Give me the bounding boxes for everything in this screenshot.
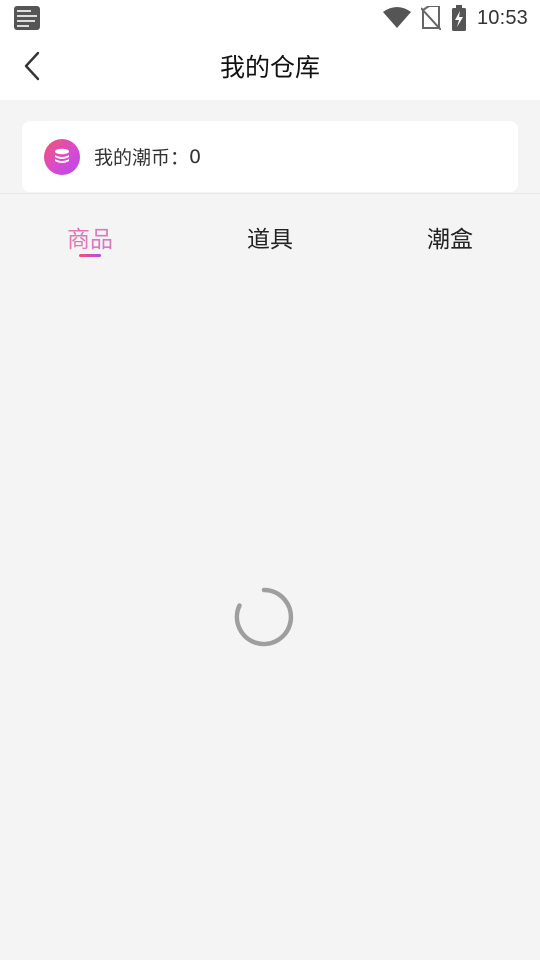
loading-spinner-icon xyxy=(234,587,294,647)
coin-value: 0 xyxy=(189,145,202,168)
tab-blind-box[interactable]: 潮盒 xyxy=(360,194,540,274)
chevron-left-icon xyxy=(23,51,41,85)
page-title: 我的仓库 xyxy=(219,53,320,82)
tab-goods-label: 商品 xyxy=(0,220,180,254)
app-notification-icon xyxy=(14,6,40,30)
tab-props[interactable]: 道具 xyxy=(180,194,360,274)
tab-blind-box-label: 潮盒 xyxy=(427,227,473,253)
coin-label: 我的潮币： xyxy=(94,147,190,169)
no-sim-icon xyxy=(420,6,441,30)
status-bar: 10:53 xyxy=(0,0,540,36)
battery-charging-icon xyxy=(451,5,467,31)
app-bar: 我的仓库 xyxy=(0,36,540,100)
active-tab-indicator xyxy=(79,254,101,257)
coin-balance-card: 我的潮币： 0 xyxy=(22,121,518,192)
coin-stack-icon xyxy=(44,138,80,175)
tab-bar: 商品 道具 潮盒 xyxy=(0,194,540,274)
wifi-icon xyxy=(382,7,411,29)
tab-props-label: 道具 xyxy=(247,227,293,253)
status-icons: 10:53 xyxy=(382,4,528,32)
tab-goods[interactable]: 商品 xyxy=(0,194,180,274)
status-time: 10:53 xyxy=(476,6,528,29)
back-button[interactable] xyxy=(14,50,50,86)
